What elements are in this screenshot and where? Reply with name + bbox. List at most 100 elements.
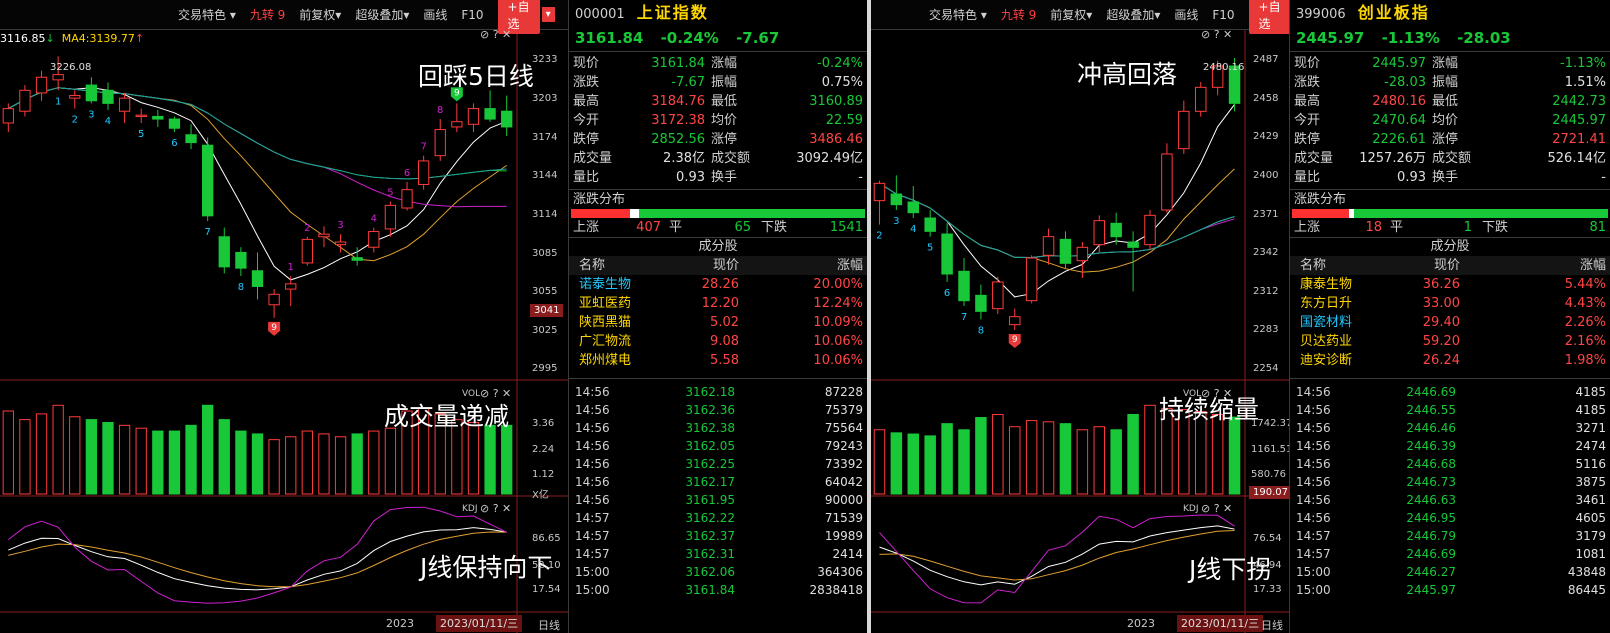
jiuzhuan-toggle[interactable]: 九转 9 <box>250 6 285 23</box>
stat-row: 跌停 2852.56 涨停 3486.46 <box>569 130 867 149</box>
volume-bar <box>1228 416 1241 495</box>
draw-line-button[interactable]: 画线 <box>1174 6 1198 23</box>
constituent-row[interactable]: 迪安诊断 26.24 1.98% <box>1290 351 1610 370</box>
candle-body <box>2 108 14 124</box>
td-count-label: 3 <box>88 109 94 120</box>
candle-body <box>301 238 313 264</box>
adjust-menu[interactable]: 前复权▾ <box>299 6 341 23</box>
candle-body <box>1008 316 1021 326</box>
tick-row: 14:56 3162.05 79243 <box>569 437 867 455</box>
tick-row: 14:56 2446.46 3271 <box>1290 419 1610 437</box>
constituent-price: 12.20 <box>701 296 739 311</box>
constituent-row[interactable]: 国瓷材料 29.40 2.26% <box>1290 313 1610 332</box>
stock-code: 399006 <box>1296 7 1346 22</box>
tick-price: 3161.84 <box>685 583 735 597</box>
stat-label: 涨幅 <box>711 56 738 71</box>
f10-button[interactable]: F10 <box>461 8 483 22</box>
constituent-price: 5.02 <box>710 315 739 330</box>
constituent-row[interactable]: 陕西黑猫 5.02 10.09% <box>569 313 867 332</box>
constituent-change: 12.24% <box>813 296 863 311</box>
constituents-header: 名称 现价 涨幅 <box>1290 256 1610 275</box>
ma-line-10 <box>8 87 507 262</box>
period-label[interactable]: 日线 <box>538 617 560 633</box>
kdj-title: KDJ <box>1183 504 1199 514</box>
up-label: 上涨 <box>1294 220 1321 235</box>
stat-row: 现价 2445.97 涨幅 -1.13% <box>1290 54 1610 73</box>
vol-controls[interactable]: ⊘ ? ✕ <box>480 387 511 400</box>
tick-row: 14:56 2446.39 2474 <box>1290 437 1610 455</box>
tick-row: 15:00 2445.97 86445 <box>1290 581 1610 599</box>
constituent-name: 东方日升 <box>1300 296 1353 311</box>
constituent-row[interactable]: 东方日升 33.00 4.43% <box>1290 294 1610 313</box>
volume-bar <box>1127 413 1139 495</box>
f10-button[interactable]: F10 <box>1212 8 1234 22</box>
constituent-row[interactable]: 亚虹医药 12.20 12.24% <box>569 294 867 313</box>
ma-line-60 <box>8 87 507 180</box>
period-label[interactable]: 日线 <box>1261 617 1283 633</box>
tick-time: 14:56 <box>575 385 610 399</box>
add-watchlist-button[interactable]: +自选 <box>1248 0 1289 34</box>
stock-code: 000001 <box>575 7 625 22</box>
jiuzhuan-toggle[interactable]: 九转 9 <box>1001 6 1036 23</box>
kdj-controls[interactable]: ⊘ ? ✕ <box>1201 502 1232 515</box>
vol-controls[interactable]: ⊘ ? ✕ <box>1201 387 1232 400</box>
constituent-change: 5.44% <box>1564 277 1606 292</box>
candle-body <box>1161 153 1173 211</box>
chart-controls[interactable]: ⊘ ? ✕ <box>480 28 511 41</box>
trade-feature-menu[interactable]: 交易特色 ▾ <box>178 6 236 23</box>
dist-up-segment <box>571 209 630 218</box>
watchlist-dropdown-icon[interactable]: ▾ <box>541 7 555 22</box>
price-axis-8: 2254 <box>1253 363 1279 374</box>
candle-body <box>958 270 970 302</box>
candle-body <box>924 217 936 232</box>
constituent-name: 康泰生物 <box>1300 277 1353 292</box>
tick-volume: 2838418 <box>809 583 863 597</box>
constituent-row[interactable]: 贝达药业 59.20 2.16% <box>1290 332 1610 351</box>
stat-value: 1.51% <box>1564 75 1606 90</box>
tick-time: 14:56 <box>1296 475 1331 489</box>
overlay-menu[interactable]: 超级叠加▾ <box>1106 6 1160 23</box>
chart-pane-chinext: 2345 6 78 9 交易特色 ▾ 九转 9 前复权▾ 超级叠加▾ 画线 F10 +… <box>871 0 1610 633</box>
stat-value: 1257.26万 <box>1359 151 1426 166</box>
constituent-row[interactable]: 诺泰生物 28.26 20.00% <box>569 275 867 294</box>
vol-axis-1: 2.24 <box>532 444 555 455</box>
volume-bar <box>890 432 903 495</box>
tick-price: 3162.05 <box>685 439 735 453</box>
constituent-row[interactable]: 广汇物流 9.08 10.06% <box>569 332 867 351</box>
annotation-price: 冲高回落 <box>1077 60 1178 89</box>
trade-feature-menu[interactable]: 交易特色 ▾ <box>929 6 987 23</box>
overlay-menu[interactable]: 超级叠加▾ <box>355 6 409 23</box>
tick-price: 3162.31 <box>685 547 735 561</box>
tick-price: 3162.06 <box>685 565 735 579</box>
vol-title: VOL <box>1183 389 1202 399</box>
tick-volume: 1081 <box>1575 547 1606 561</box>
stat-value: 2480.16 <box>1372 94 1426 109</box>
annotation-volume: 成交量递减 <box>384 402 510 431</box>
stat-row: 成交量 2.38亿 成交额 3092.49亿 <box>569 149 867 168</box>
constituent-name: 诺泰生物 <box>579 277 632 292</box>
price-axis-0: 3233 <box>532 54 558 65</box>
volume-bar <box>1059 423 1072 495</box>
stat-row: 最高 3184.76 最低 3160.89 <box>569 92 867 111</box>
tick-price: 2446.79 <box>1406 529 1456 543</box>
td-count-label: 7 <box>420 142 426 153</box>
tick-volume: 2414 <box>832 547 863 561</box>
td-count-label: 5 <box>387 187 393 198</box>
stat-row: 今开 2470.64 均价 2445.97 <box>1290 111 1610 130</box>
constituent-row[interactable]: 康泰生物 36.26 5.44% <box>1290 275 1610 294</box>
kline-chart[interactable]: 123456789123456789 交易特色 ▾ 九转 9 前复权▾ 超级叠加… <box>0 0 568 633</box>
volume-bar <box>873 429 886 495</box>
td-count-label: 1 <box>55 96 61 107</box>
up-arrow-icon: ↑ <box>134 32 145 45</box>
kdj-controls[interactable]: ⊘ ? ✕ <box>480 502 511 515</box>
adjust-menu[interactable]: 前复权▾ <box>1050 6 1092 23</box>
td-count-label: 4 <box>371 214 377 225</box>
draw-line-button[interactable]: 画线 <box>423 6 447 23</box>
tick-volume: 87228 <box>824 385 863 399</box>
candle-body <box>467 108 480 125</box>
chart-controls[interactable]: ⊘ ? ✕ <box>1201 28 1232 41</box>
col-change: 涨幅 <box>1579 258 1606 273</box>
constituent-row[interactable]: 郑州煤电 5.58 10.06% <box>569 351 867 370</box>
change-value: -28.03 <box>1457 29 1511 47</box>
kline-chart[interactable]: 2345 6 78 9 交易特色 ▾ 九转 9 前复权▾ 超级叠加▾ 画线 F10 +… <box>871 0 1289 633</box>
